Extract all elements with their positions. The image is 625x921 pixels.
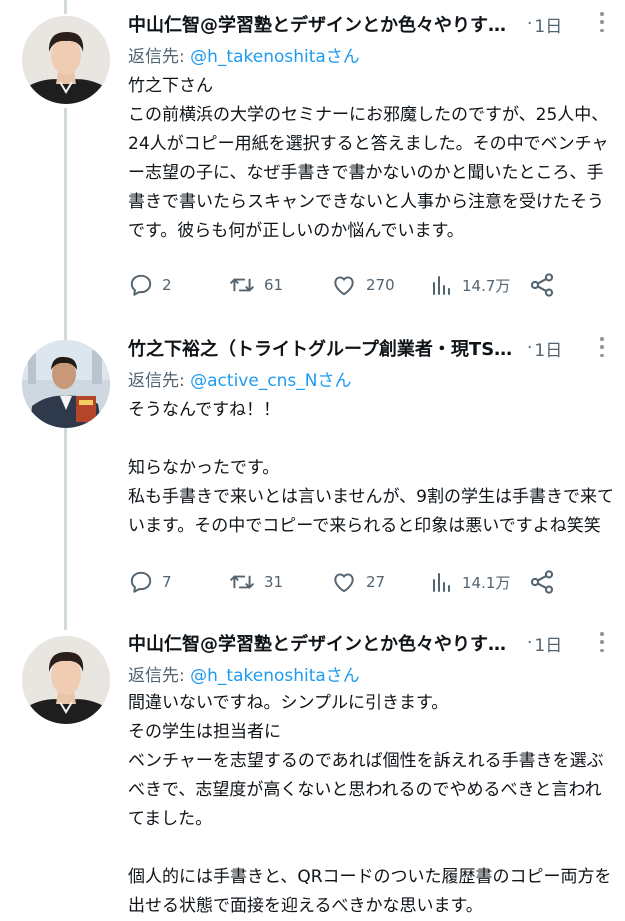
avatar[interactable] xyxy=(22,636,110,724)
share-icon xyxy=(530,570,554,594)
like-count: 27 xyxy=(366,573,386,591)
timestamp[interactable]: 1日 xyxy=(534,631,562,656)
reply-to: 返信先: @h_takenoshitaさん xyxy=(128,661,360,686)
retweet-icon xyxy=(230,278,254,292)
retweet-button[interactable]: 61 xyxy=(228,268,283,302)
reply-to-prefix: 返信先: xyxy=(128,47,191,67)
reply-button[interactable]: 2 xyxy=(128,268,172,302)
action-bar: 7 31 27 14.1万 xyxy=(128,565,585,599)
avatar[interactable] xyxy=(22,340,110,428)
separator-dot: · xyxy=(527,338,533,358)
author-name[interactable]: 中山仁智@学習塾とデザインとか色々やりすぎ… xyxy=(128,11,523,37)
reply-icon xyxy=(130,274,152,296)
separator-dot: · xyxy=(527,633,533,653)
like-count: 270 xyxy=(366,276,395,294)
reply-to: 返信先: @active_cns_Nさん xyxy=(128,366,352,391)
views-count: 14.7万 xyxy=(462,276,511,295)
tweet-body: そうなんですね！！ 知らなかったです。 私も手書きで来いとは言いませんが、9割の… xyxy=(128,400,614,536)
reply-to-prefix: 返信先: xyxy=(128,371,191,391)
thread-line xyxy=(64,108,67,340)
author-name[interactable]: 中山仁智@学習塾とデザインとか色々やりすぎ… xyxy=(128,630,523,656)
author-name[interactable]: 竹之下裕之（トライトグループ創業者・現TSA… xyxy=(128,335,523,361)
reply-count: 2 xyxy=(162,276,172,294)
reply-to: 返信先: @h_takenoshitaさん xyxy=(128,42,360,67)
heart-icon xyxy=(334,276,354,296)
thread-line xyxy=(64,428,67,630)
avatar[interactable] xyxy=(22,16,110,104)
retweet-count: 31 xyxy=(264,573,284,591)
reply-to-handle[interactable]: @active_cns_Nさん xyxy=(190,371,351,391)
more-options-icon[interactable] xyxy=(599,337,605,357)
reply-button[interactable]: 7 xyxy=(128,565,172,599)
share-button[interactable] xyxy=(528,565,564,599)
tweet-body: 間違いないですね。シンプルに引きます。 その学生は担当者に ベンチャーを志望する… xyxy=(128,693,612,916)
views-icon xyxy=(433,573,450,592)
heart-icon xyxy=(334,573,354,593)
views-button[interactable]: 14.7万 xyxy=(430,268,510,302)
views-button[interactable]: 14.1万 xyxy=(430,565,510,599)
action-bar: 2 61 270 14.7万 xyxy=(128,268,585,302)
like-button[interactable]: 270 xyxy=(330,268,395,302)
reply-icon xyxy=(130,571,152,593)
timestamp[interactable]: 1日 xyxy=(534,336,562,361)
thread-line xyxy=(64,0,67,14)
reply-to-handle[interactable]: @h_takenoshitaさん xyxy=(190,47,360,67)
reply-count: 7 xyxy=(162,573,172,591)
reply-to-prefix: 返信先: xyxy=(128,666,191,686)
tweet-header: 竹之下裕之（トライトグループ創業者・現TSA… · 1日 xyxy=(128,334,607,362)
retweet-count: 61 xyxy=(264,276,284,294)
tweet-header: 中山仁智@学習塾とデザインとか色々やりすぎ… · 1日 xyxy=(128,10,607,38)
timestamp[interactable]: 1日 xyxy=(534,12,562,37)
reply-to-handle[interactable]: @h_takenoshitaさん xyxy=(190,666,360,686)
tweet-body: 竹之下さん この前横浜の大学のセミナーにお邪魔したのですが、25人中、24人がコ… xyxy=(128,76,609,241)
retweet-icon xyxy=(230,575,254,589)
tweet-header: 中山仁智@学習塾とデザインとか色々やりすぎ… · 1日 xyxy=(128,629,607,657)
share-icon xyxy=(530,273,554,297)
views-count: 14.1万 xyxy=(462,573,511,592)
separator-dot: · xyxy=(527,14,533,34)
retweet-button[interactable]: 31 xyxy=(228,565,283,599)
share-button[interactable] xyxy=(528,268,564,302)
like-button[interactable]: 27 xyxy=(330,565,385,599)
more-options-icon[interactable] xyxy=(599,632,605,652)
views-icon xyxy=(433,276,450,295)
more-options-icon[interactable] xyxy=(599,12,605,32)
